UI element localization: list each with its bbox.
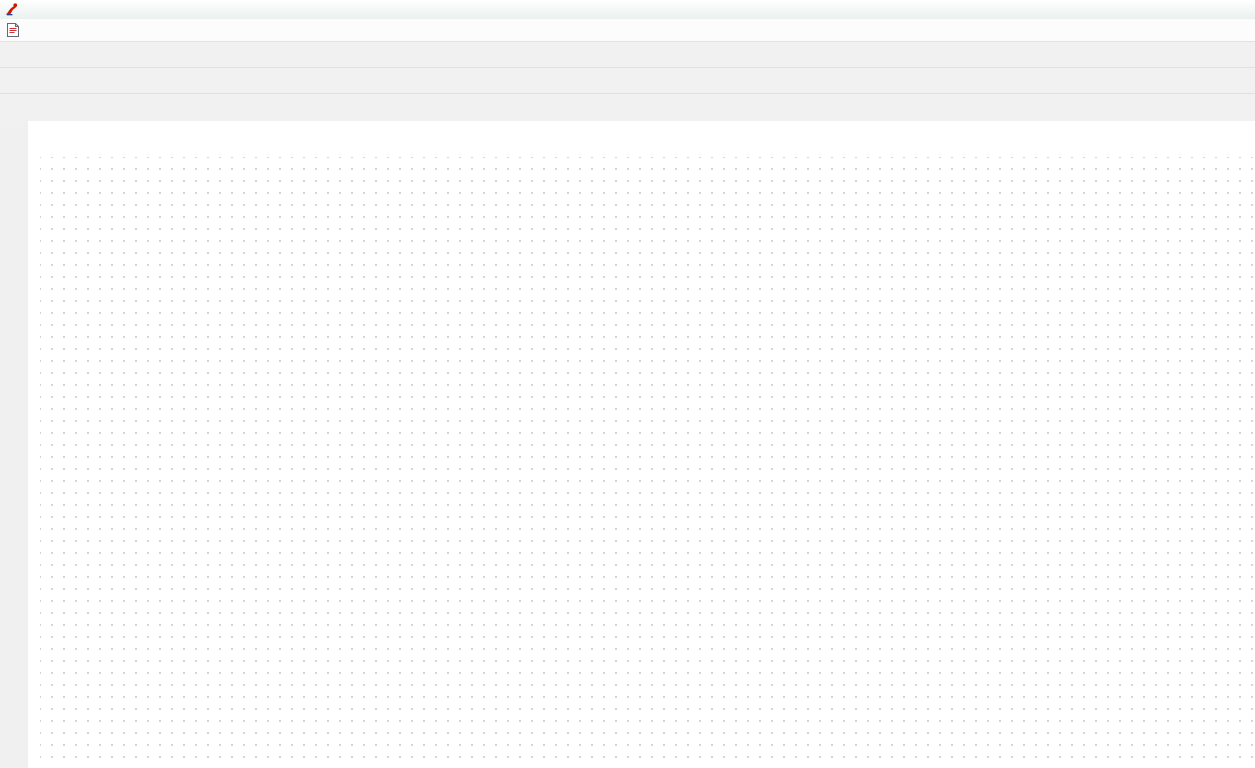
schematic-canvas[interactable] — [28, 121, 1255, 768]
app-icon — [4, 2, 19, 17]
drawing-canvas[interactable] — [28, 121, 1255, 768]
toolbar-components — [0, 94, 1255, 123]
toolbar-symbols — [0, 68, 1255, 94]
drawing-tool-palette — [0, 121, 29, 768]
toolbar-standard — [0, 42, 1255, 68]
menu-bar — [0, 19, 1255, 42]
title-bar — [0, 0, 1255, 19]
document-icon[interactable] — [4, 22, 22, 38]
